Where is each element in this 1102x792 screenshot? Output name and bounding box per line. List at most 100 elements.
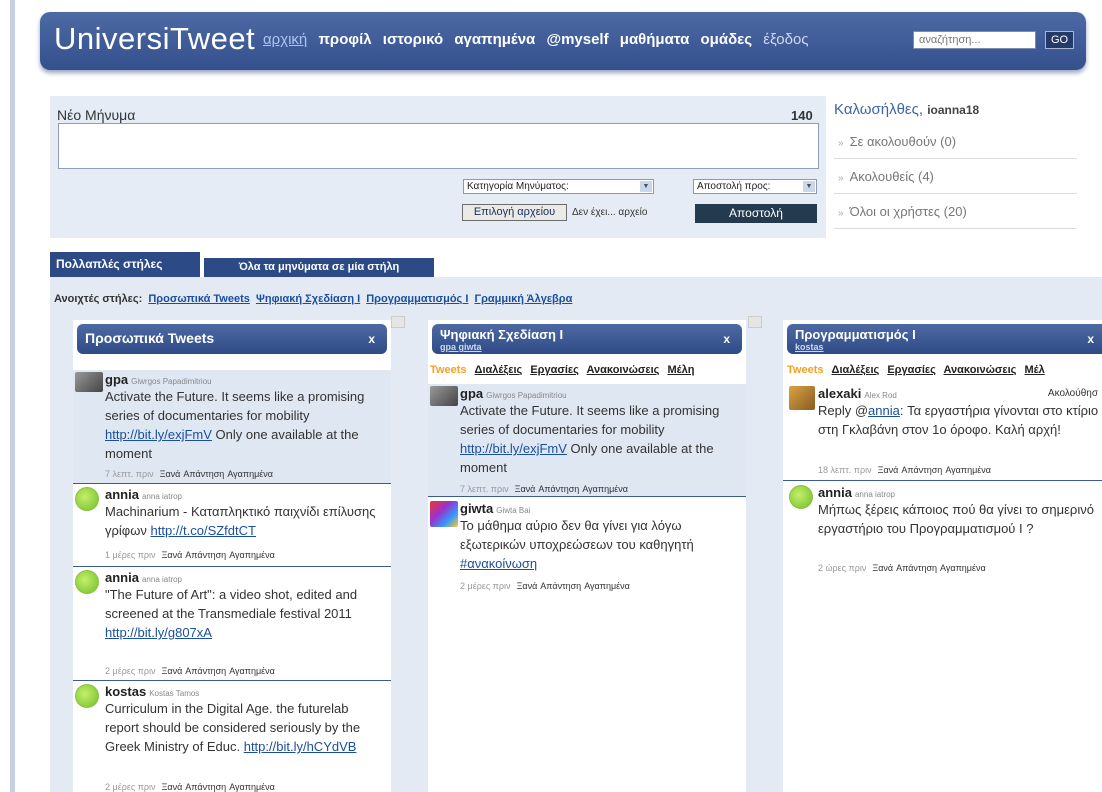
fav-button[interactable]: Αγαπημένα [940,563,986,573]
avatar[interactable] [789,386,815,410]
nav-profile[interactable]: προφίλ [318,31,371,48]
retweet-button[interactable]: Ξανά [872,563,893,573]
nav-groups[interactable]: ομάδες [701,31,753,48]
fav-button[interactable]: Αγαπημένα [229,666,275,676]
all-users-link[interactable]: » Όλοι οι χρήστες (20) [834,194,1077,229]
nav-myself[interactable]: @myself [546,31,608,48]
close-icon[interactable]: x [723,332,730,346]
tweet-username[interactable]: gpa [460,386,483,401]
fav-button[interactable]: Αγαπημένα [229,782,275,792]
column-scroll-handle[interactable] [391,316,405,328]
mention-link[interactable]: annia [868,403,900,418]
close-icon[interactable]: x [1087,332,1094,346]
followers-link[interactable]: » Σε ακολουθούν (0) [834,124,1077,159]
reply-button[interactable]: Απάντηση [185,782,226,792]
message-textarea[interactable] [58,123,819,169]
nav-courses[interactable]: μαθήματα [620,31,690,48]
tweet-username[interactable]: gpa [105,372,128,387]
reply-button[interactable]: Απάντηση [185,550,226,560]
col-tab-tweets[interactable]: Tweets [787,364,823,376]
tweet-username[interactable]: giwta [460,501,493,516]
nav-logout[interactable]: έξοδος [763,31,808,48]
fav-button[interactable]: Αγαπημένα [582,484,628,494]
send-button[interactable]: Αποστολή [695,204,817,223]
choose-file-button[interactable]: Επιλογή αρχείου [462,204,567,221]
fav-button[interactable]: Αγαπημένα [227,469,273,479]
following-link[interactable]: » Ακολουθείς (4) [834,159,1077,194]
tweet-link[interactable]: http://bit.ly/exjFmV [460,441,567,456]
retweet-button[interactable]: Ξανά [878,465,899,475]
logo[interactable]: UniversiTweet [54,21,255,57]
tweet-link[interactable]: http://bit.ly/g807xA [105,625,212,640]
tweet-header: annia anna iatrop [105,487,182,502]
retweet-button[interactable]: Ξανά [162,550,183,560]
follow-button[interactable]: Ακολούθησ [1048,388,1098,399]
retweet-button[interactable]: Ξανά [162,782,183,792]
fav-button[interactable]: Αγαπημένα [229,550,275,560]
retweet-button[interactable]: Ξανά [160,469,181,479]
tweet-text: Μήπως ξέρεις κάποιος πού θα γίνει το σημ… [818,500,1100,538]
col-tab-assignments[interactable]: Εργασίες [887,364,936,376]
open-col-link-personal[interactable]: Προσωπικά Tweets [148,293,250,305]
fav-button[interactable]: Αγαπημένα [945,465,991,475]
category-select[interactable]: Κατηγορία Μηνύματος: ▼ [463,179,654,194]
tweet-link[interactable]: http://t.co/SZfdtCT [150,523,255,538]
col-tab-assignments[interactable]: Εργασίες [530,364,579,376]
close-icon[interactable]: x [368,332,375,346]
tweet-fullname: anna iatrop [141,492,182,501]
col-tab-lectures[interactable]: Διαλέξεις [475,364,523,376]
tweet-username[interactable]: annia [105,570,139,585]
smiley-avatar-icon[interactable] [75,487,99,511]
avatar[interactable] [430,501,458,527]
col-tab-announcements[interactable]: Ανακοινώσεις [944,364,1017,376]
reply-button[interactable]: Απάντηση [896,563,937,573]
open-col-link-digital[interactable]: Ψηφιακή Σχεδίαση Ι [256,293,360,305]
smiley-avatar-icon[interactable] [75,684,99,708]
retweet-button[interactable]: Ξανά [515,484,536,494]
tab-multiple-columns[interactable]: Πολλαπλές στήλες [50,252,200,277]
tweet-link[interactable]: http://bit.ly/hCYdVB [244,739,357,754]
send-to-select[interactable]: Αποστολή προς: ▼ [693,179,817,194]
tweet-username[interactable]: annia [105,487,139,502]
retweet-button[interactable]: Ξανά [162,666,183,676]
reply-button[interactable]: Απάντηση [901,465,942,475]
column-members[interactable]: kostas [795,342,824,352]
tweet-username[interactable]: annia [818,485,852,500]
col-tab-lectures[interactable]: Διαλέξεις [832,364,880,376]
col-tab-members[interactable]: Μέλ [1024,364,1044,376]
open-col-link-algebra[interactable]: Γραμμική Άλγεβρα [474,293,572,305]
avatar[interactable] [75,372,103,392]
nav-home[interactable]: αρχική [263,31,307,48]
search-go-button[interactable]: GO [1045,31,1074,49]
avatar[interactable] [430,386,458,406]
tweet-time: 7 λεπτ. πριν [460,484,509,494]
tweet-link[interactable]: http://bit.ly/exjFmV [105,427,212,442]
hashtag-link[interactable]: #ανακοίνωση [460,556,537,571]
reply-button[interactable]: Απάντηση [185,666,226,676]
retweet-button[interactable]: Ξανά [517,581,538,591]
col-tab-members[interactable]: Μέλη [667,364,694,376]
tweet-text-part: Το μάθημα αύριο δεν θα γίνει για λόγω εξ… [460,518,694,552]
reply-button[interactable]: Απάντηση [540,581,581,591]
search-input[interactable] [913,31,1036,49]
fav-button[interactable]: Αγαπημένα [584,581,630,591]
column-title: Ψηφιακή Σχεδίαση Ι [440,327,564,342]
nav-favorites[interactable]: αγαπημένα [454,31,535,48]
tweet-username[interactable]: kostas [105,684,146,699]
tab-single-column[interactable]: Όλα τα μηνύματα σε μία στήλη [204,258,434,277]
tweet-username[interactable]: alexaki [818,386,861,401]
column-members[interactable]: gpa giwta [440,342,482,352]
col-tab-announcements[interactable]: Ανακοινώσεις [587,364,660,376]
reply-button[interactable]: Απάντηση [183,469,224,479]
tweet-header: alexaki Alex Rod [818,386,897,401]
smiley-avatar-icon[interactable] [75,570,99,594]
all-users-label: Όλοι οι χρήστες (20) [849,204,967,219]
reply-button[interactable]: Απάντηση [538,484,579,494]
tweet-text: "The Future of Art": a video shot, edite… [105,585,385,642]
col-tab-tweets[interactable]: Tweets [430,364,466,376]
column-scroll-handle[interactable] [748,316,762,328]
open-col-link-programming[interactable]: Προγραμματισμός Ι [366,293,468,305]
tweet-header: giwta Giwta Bai [460,501,530,516]
nav-history[interactable]: ιστορικό [383,31,443,48]
smiley-avatar-icon[interactable] [789,485,813,509]
